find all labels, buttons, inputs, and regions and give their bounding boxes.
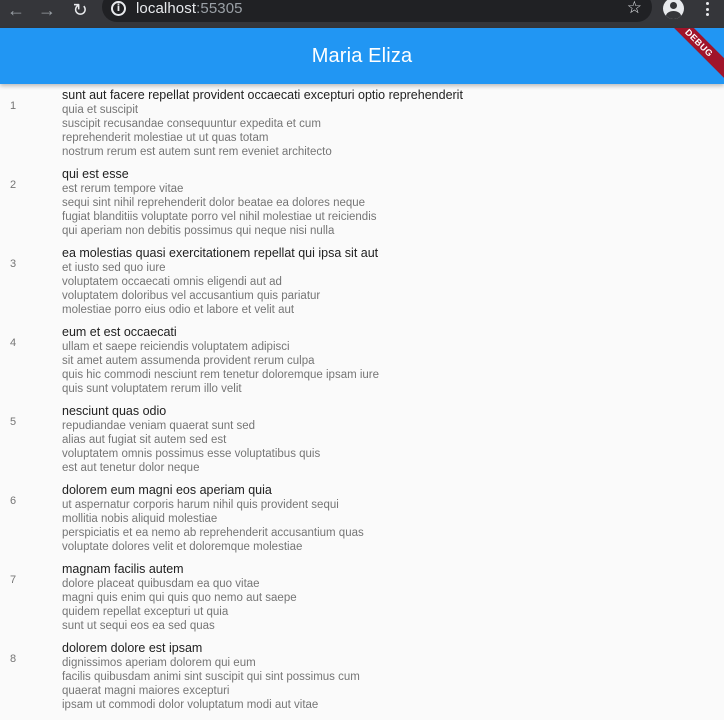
item-title: ea molestias quasi exercitationem repell…: [62, 246, 379, 260]
item-body-line: sit amet autem assumenda provident rerum…: [62, 355, 315, 367]
item-body-line: voluptatem omnis possimus esse voluptati…: [62, 448, 321, 460]
item-body-line: voluptatem doloribus vel accusantium qui…: [62, 290, 321, 302]
item-body: ut aspernatur corporis harum nihil quis …: [62, 498, 364, 554]
item-body-line: alias aut fugiat sit autem sed est: [62, 434, 227, 446]
profile-avatar-icon[interactable]: [663, 0, 684, 19]
item-body-line: quidem repellat excepturi ut quia: [62, 606, 229, 618]
item-body-line: sunt ut sequi eos ea sed quas: [62, 620, 215, 632]
bookmark-star-icon[interactable]: ☆: [627, 0, 642, 18]
item-body-line: ut aspernatur corporis harum nihil quis …: [62, 499, 339, 511]
item-body-line: ipsam ut commodi dolor voluptatum modi a…: [62, 699, 319, 711]
item-title: dolorem eum magni eos aperiam quia: [62, 483, 272, 497]
list-item[interactable]: 3 ea molestias quasi exercitationem repel…: [0, 246, 724, 325]
list-item[interactable]: 2 qui est esse est rerum tempore vitae sequ…: [0, 167, 724, 246]
item-body-line: est rerum tempore vitae: [62, 183, 184, 195]
reload-icon[interactable]: ↻: [69, 0, 91, 20]
item-body-line: voluptate dolores velit et doloremque mo…: [62, 541, 303, 553]
item-title: sunt aut facere repellat provident occae…: [62, 88, 463, 102]
page-title: Maria Eliza: [311, 45, 413, 67]
item-title: nesciunt quas odio: [62, 404, 167, 418]
app-bar: Maria Eliza DEBUG: [0, 28, 724, 84]
item-body-line: mollitia nobis aliquid molestiae: [62, 513, 218, 525]
item-body-line: dolore placeat quibusdam ea quo vitae: [62, 578, 260, 590]
item-body-line: qui aperiam non debitis possimus qui neq…: [62, 225, 335, 237]
list-item[interactable]: 6 dolorem eum magni eos aperiam quia ut as…: [0, 483, 724, 562]
item-body-line: ullam et saepe reiciendis voluptatem adi…: [62, 341, 290, 353]
item-body: quia et suscipit suscipit recusandae cons…: [62, 103, 332, 159]
item-id: 5: [10, 416, 17, 428]
item-body-line: voluptatem occaecati omnis eligendi aut …: [62, 276, 282, 288]
item-body-line: molestiae porro eius odio et labore et v…: [62, 304, 295, 316]
list-item[interactable]: 1 sunt aut facere repellat provident occa…: [0, 88, 724, 167]
item-body-line: quia et suscipit: [62, 104, 139, 116]
item-body-line: suscipit recusandae consequuntur expedit…: [62, 118, 321, 130]
item-body: dolore placeat quibusdam ea quo vitae mag…: [62, 577, 297, 633]
item-id: 7: [10, 574, 17, 586]
item-body-line: quis hic commodi nesciunt rem tenetur do…: [62, 369, 380, 381]
item-body-line: et iusto sed quo iure: [62, 262, 166, 274]
item-title: qui est esse: [62, 167, 129, 181]
list-item[interactable]: 5 nesciunt quas odio repudiandae veniam qu…: [0, 404, 724, 483]
item-title: eum et est occaecati: [62, 325, 177, 339]
item-body-line: quis sunt voluptatem rerum illo velit: [62, 383, 242, 395]
item-body-line: reprehenderit molestiae ut ut quas totam: [62, 132, 269, 144]
item-body-line: nostrum rerum est autem sunt rem eveniet…: [62, 146, 332, 158]
item-body: est rerum tempore vitae sequi sint nihil …: [62, 182, 377, 238]
kebab-menu-icon[interactable]: [700, 0, 714, 20]
post-list: 1 sunt aut facere repellat provident occa…: [0, 88, 724, 720]
item-body-line: est aut tenetur dolor neque: [62, 462, 200, 474]
browser-toolbar: ← → ↻ i localhost:55305 ☆: [0, 0, 724, 28]
item-body: et iusto sed quo iure voluptatem occaecat…: [62, 261, 320, 317]
item-id: 3: [10, 258, 17, 270]
item-id: 2: [10, 179, 17, 191]
item-body-line: facilis quibusdam animi sint suscipit qu…: [62, 671, 360, 683]
list-item[interactable]: 7 magnam facilis autem dolore placeat quib…: [0, 562, 724, 641]
item-body-line: quaerat magni maiores excepturi: [62, 685, 230, 697]
forward-arrow-icon[interactable]: →: [36, 0, 58, 20]
back-arrow-icon[interactable]: ←: [5, 0, 27, 20]
item-body-line: perspiciatis et ea nemo ab reprehenderit…: [62, 527, 364, 539]
item-id: 4: [10, 337, 17, 349]
url-host: localhost: [136, 0, 197, 17]
item-body-line: sequi sint nihil reprehenderit dolor bea…: [62, 197, 366, 209]
item-id: 8: [10, 653, 17, 665]
item-body-line: fugiat blanditiis voluptate porro vel ni…: [62, 211, 377, 223]
info-icon[interactable]: i: [111, 1, 126, 16]
item-body-line: dignissimos aperiam dolorem qui eum: [62, 657, 256, 669]
item-id: 1: [10, 100, 17, 112]
item-title: magnam facilis autem: [62, 562, 184, 576]
item-title: dolorem dolore est ipsam: [62, 641, 203, 655]
item-body-line: repudiandae veniam quaerat sunt sed: [62, 420, 256, 432]
item-id: 6: [10, 495, 17, 507]
address-url: localhost:55305: [136, 0, 243, 17]
url-port: :55305: [196, 0, 243, 17]
item-body-line: magni quis enim qui quis quo nemo aut sa…: [62, 592, 297, 604]
list-item[interactable]: 8 dolorem dolore est ipsam dignissimos ape…: [0, 641, 724, 720]
item-body: dignissimos aperiam dolorem qui eum facil…: [62, 656, 360, 712]
item-body: repudiandae veniam quaerat sunt sed alias…: [62, 419, 320, 475]
list-item[interactable]: 4 eum et est occaecati ullam et saepe reic…: [0, 325, 724, 404]
item-body: ullam et saepe reiciendis voluptatem adi…: [62, 340, 379, 396]
address-bar[interactable]: i localhost:55305 ☆: [102, 0, 652, 22]
